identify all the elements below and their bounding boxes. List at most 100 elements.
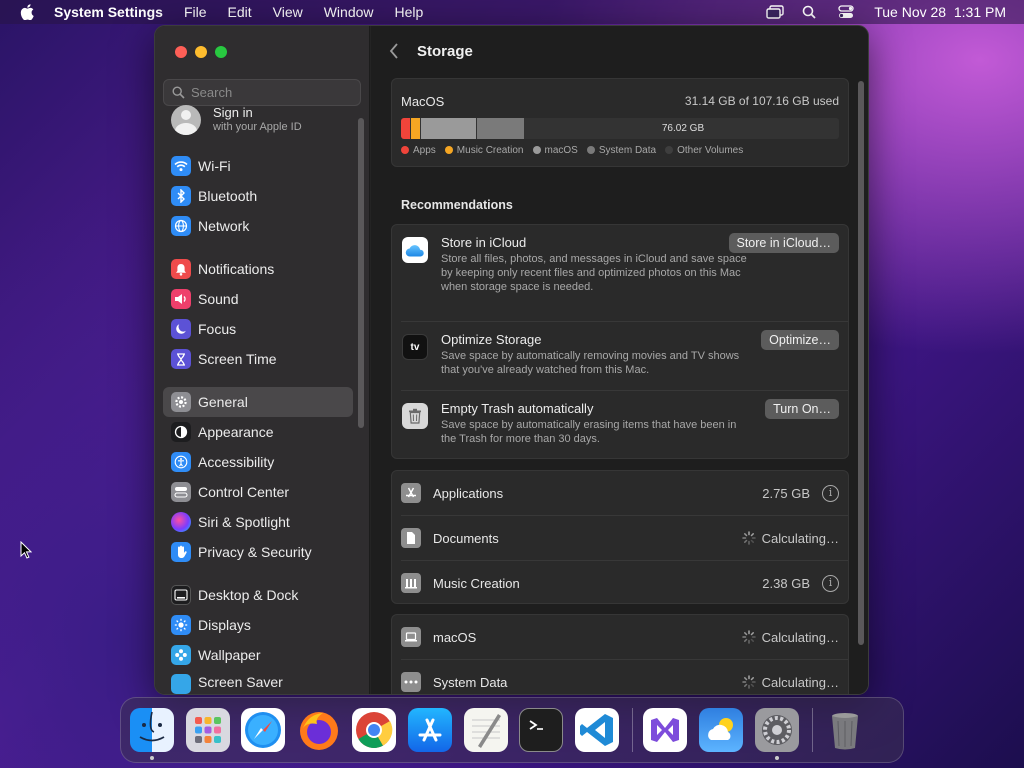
dock-terminal-icon[interactable]	[519, 708, 564, 752]
control-center-menu-icon[interactable]	[838, 5, 856, 19]
category-size: 2.75 GB	[762, 486, 810, 501]
category-row-music-creation[interactable]: Music Creation 2.38 GB i	[392, 561, 848, 606]
bar-segment-apps	[401, 118, 410, 139]
sidebar-item-general[interactable]: General	[163, 387, 353, 417]
category-label: Applications	[433, 486, 504, 501]
zoom-window-button[interactable]	[215, 46, 227, 58]
menu-app-name[interactable]: System Settings	[54, 4, 163, 20]
sidebar-list: Sign in with your Apple ID Wi-Fi Bluetoo…	[163, 105, 353, 694]
dock-weather-icon[interactable]	[698, 708, 743, 752]
control-center-icon	[171, 482, 191, 502]
sidebar-item-label: Sound	[198, 291, 239, 307]
dock-safari-icon[interactable]	[241, 708, 286, 752]
category-row-system-data[interactable]: System Data Calculating…	[392, 660, 848, 694]
content-scrollbar[interactable]	[858, 81, 864, 645]
category-label: Documents	[433, 531, 499, 546]
chevron-left-icon	[389, 43, 398, 59]
menu-clock[interactable]: Tue Nov 28 1:31 PM	[874, 4, 1006, 20]
spotlight-search-icon[interactable]	[802, 5, 820, 19]
category-size: 2.38 GB	[762, 576, 810, 591]
menu-edit[interactable]: Edit	[228, 4, 252, 20]
dock-separator	[812, 708, 814, 752]
sidebar-item-siri-spotlight[interactable]: Siri & Spotlight	[163, 507, 353, 537]
sidebar-item-notifications[interactable]: Notifications	[163, 254, 353, 284]
sidebar-item-label: Screen Saver	[198, 674, 283, 690]
sidebar-item-label: Bluetooth	[198, 188, 258, 204]
dock-trash-icon[interactable]	[823, 708, 867, 752]
dock-finder-icon[interactable]	[130, 708, 174, 760]
store-in-icloud-button[interactable]: Store in iCloud…	[728, 233, 839, 253]
sidebar-item-label: General	[198, 394, 248, 410]
page-title: Storage	[417, 42, 473, 60]
optimize-button[interactable]: Optimize…	[761, 330, 839, 350]
dock-firefox-icon[interactable]	[297, 708, 341, 752]
legend-item: macOS	[532, 145, 578, 156]
menu-view[interactable]: View	[273, 4, 303, 20]
minimize-window-button[interactable]	[195, 46, 207, 58]
sidebar-item-focus[interactable]: Focus	[163, 314, 353, 344]
recommendation-optimize: tv Optimize Storage Save space by automa…	[392, 322, 848, 390]
menu-window[interactable]: Window	[324, 4, 374, 20]
sidebar-item-wallpaper[interactable]: Wallpaper	[163, 640, 353, 670]
sidebar-item-accessibility[interactable]: Accessibility	[163, 447, 353, 477]
dock-visual-studio-icon[interactable]	[643, 708, 688, 752]
legend-item: System Data	[586, 145, 656, 156]
dock-app-store-icon[interactable]	[407, 708, 452, 752]
storage-pane: Storage MacOS 31.14 GB of 107.16 GB used…	[371, 26, 868, 694]
recommendations-heading: Recommendations	[401, 198, 513, 212]
dock-chrome-icon[interactable]	[352, 708, 397, 752]
sidebar-item-label: Screen Time	[198, 351, 277, 367]
category-row-macos[interactable]: macOS Calculating…	[392, 615, 848, 660]
bar-segment-music-creation	[411, 118, 420, 139]
sidebar-item-control-center[interactable]: Control Center	[163, 477, 353, 507]
category-row-documents[interactable]: Documents Calculating…	[392, 516, 848, 561]
sidebar-item-wifi[interactable]: Wi-Fi	[163, 151, 353, 181]
sidebar-item-label: Wallpaper	[198, 647, 261, 663]
dock-textedit-icon[interactable]	[463, 708, 508, 752]
volume-card: MacOS 31.14 GB of 107.16 GB used 76.02 G…	[391, 78, 849, 167]
sidebar-item-label: Appearance	[198, 424, 274, 440]
music-creation-icon	[401, 573, 421, 593]
sidebar-item-displays[interactable]: Displays	[163, 610, 353, 640]
sidebar-item-label: Accessibility	[198, 454, 275, 470]
info-icon[interactable]: i	[822, 485, 839, 502]
menu-help[interactable]: Help	[395, 4, 424, 20]
sidebar-item-label: Network	[198, 218, 250, 234]
sidebar: Search Sign in with your Apple ID Wi-Fi	[155, 26, 370, 694]
recommendation-description: Store all files, photos, and messages in…	[441, 253, 747, 293]
turn-on-empty-trash-button[interactable]: Turn On…	[765, 399, 839, 419]
sidebar-item-privacy-security[interactable]: Privacy & Security	[163, 537, 353, 567]
apple-menu-icon[interactable]	[0, 4, 54, 20]
signin-title: Sign in	[213, 105, 253, 120]
spinner-icon	[741, 675, 756, 689]
sidebar-item-network[interactable]: Network	[163, 211, 353, 241]
sidebar-item-label: Focus	[198, 321, 237, 337]
close-window-button[interactable]	[175, 46, 187, 58]
hand-icon	[171, 542, 191, 562]
sidebar-item-desktop-dock[interactable]: Desktop & Dock	[163, 580, 353, 610]
back-button[interactable]	[371, 26, 417, 76]
sidebar-item-screen-saver[interactable]: Screen Saver	[163, 670, 353, 694]
sidebar-scrollbar[interactable]	[358, 118, 364, 428]
dock-vscode-icon[interactable]	[574, 708, 619, 752]
bar-segment-macos	[421, 118, 476, 139]
category-row-applications[interactable]: Applications 2.75 GB i	[392, 471, 848, 516]
menu-bar: System Settings File Edit View Window He…	[0, 0, 1024, 24]
apple-id-signin[interactable]: Sign in with your Apple ID	[171, 102, 353, 138]
sidebar-item-bluetooth[interactable]: Bluetooth	[163, 181, 353, 211]
sidebar-item-sound[interactable]: Sound	[163, 284, 353, 314]
info-icon[interactable]: i	[822, 575, 839, 592]
bluetooth-icon	[171, 186, 191, 206]
sidebar-item-appearance[interactable]: Appearance	[163, 417, 353, 447]
sidebar-item-label: Siri & Spotlight	[198, 514, 290, 530]
appearance-icon	[171, 422, 191, 442]
dock-launchpad-icon[interactable]	[185, 708, 230, 752]
system-storage-card: macOS Calculating… System Data Calculati…	[391, 614, 849, 694]
menu-file[interactable]: File	[184, 4, 207, 20]
category-size: Calculating…	[741, 531, 839, 546]
search-icon	[172, 86, 185, 99]
category-size: Calculating…	[741, 675, 839, 690]
sidebar-item-screen-time[interactable]: Screen Time	[163, 344, 353, 374]
screen-mirroring-icon[interactable]	[766, 5, 784, 19]
dock-system-settings-icon[interactable]	[754, 708, 799, 760]
